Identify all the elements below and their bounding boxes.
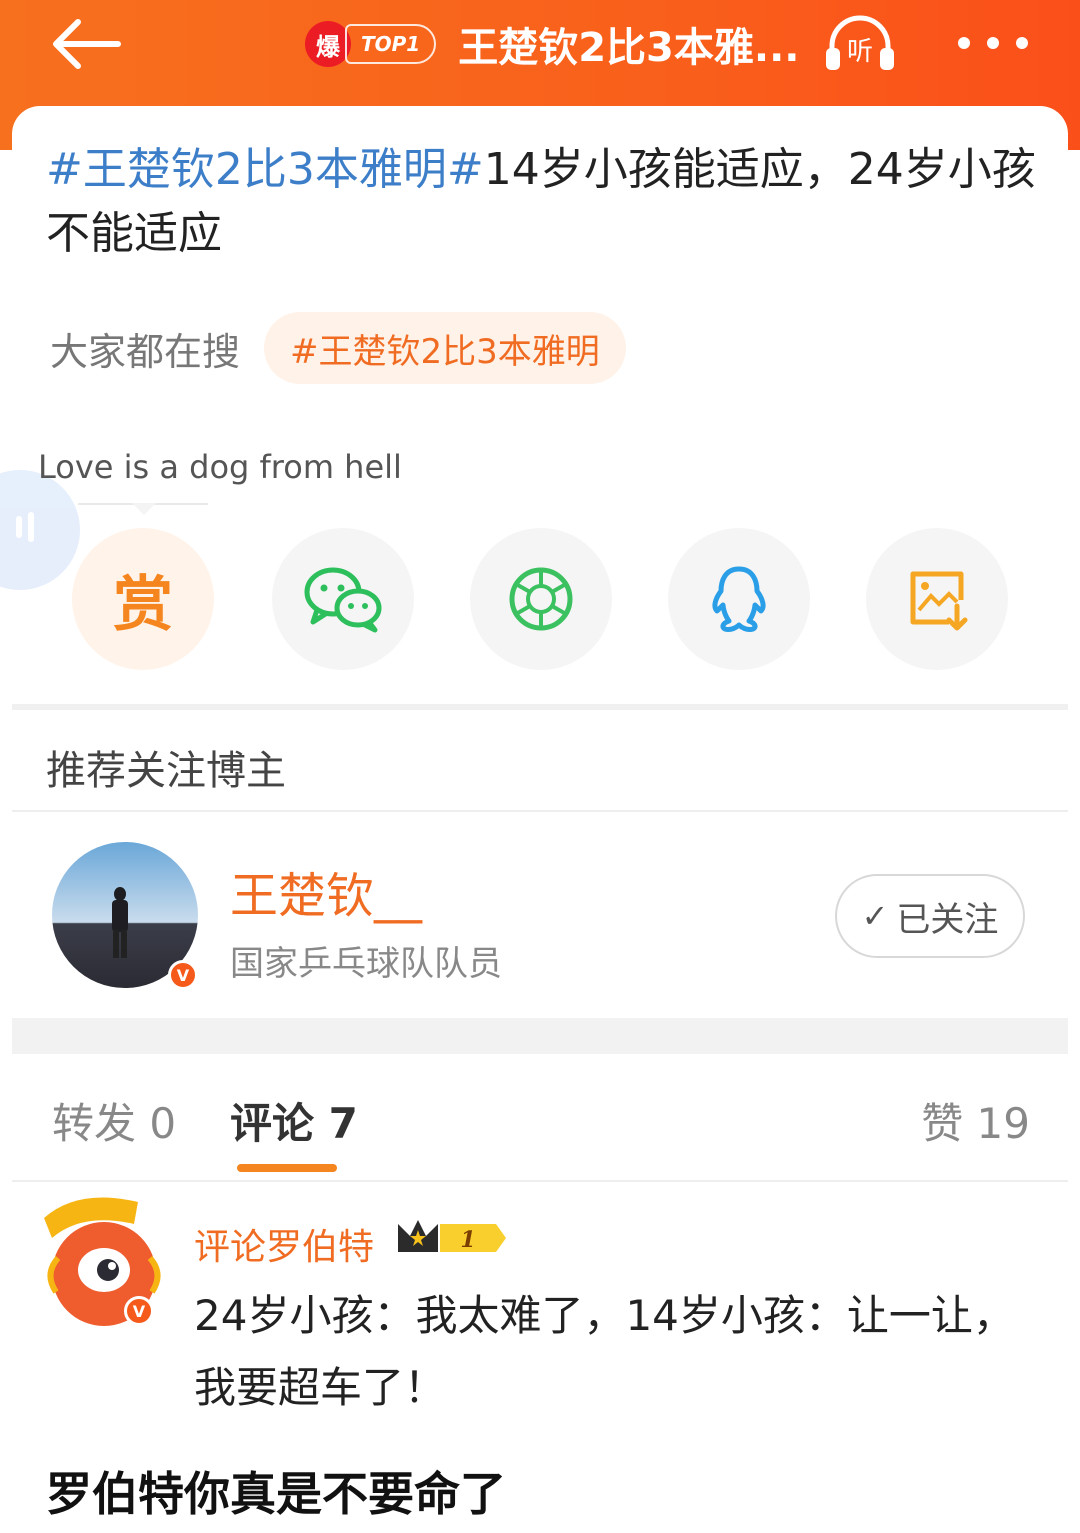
tab-comments[interactable]: 评论 7 <box>230 1090 358 1151</box>
share-moments-button[interactable] <box>470 528 612 670</box>
share-row: 赏 <box>0 528 1080 670</box>
listen-label: 听 <box>847 37 873 67</box>
more-dot <box>987 37 999 49</box>
followed-button[interactable]: ✓ 已关注 <box>835 874 1025 958</box>
divider <box>12 810 1068 812</box>
search-chip[interactable]: #王楚钦2比3本雅明 <box>264 312 626 384</box>
rank-badge: TOP1 <box>345 24 437 64</box>
tab-repost[interactable]: 转发 0 <box>52 1090 176 1151</box>
moments-icon <box>509 567 573 631</box>
blogger-description: 国家乒乓球队队员 <box>230 944 502 984</box>
save-image-icon <box>910 571 968 631</box>
qq-icon <box>712 566 766 632</box>
share-qq-button[interactable] <box>668 528 810 670</box>
reward-icon: 赏 <box>113 569 173 640</box>
member-level-badge: 1 <box>396 1216 508 1260</box>
interaction-tabs: 转发 0 评论 7 <box>0 1090 1080 1154</box>
active-tab-indicator <box>237 1164 337 1172</box>
verified-badge-icon: V <box>168 960 198 990</box>
image-caption: 罗伯特你真是不要命了 <box>46 1467 506 1521</box>
post-body: #王楚钦2比3本雅明#14岁小孩能适应，24岁小孩不能适应 <box>46 138 1036 266</box>
follow-label: 已关注 <box>896 899 999 940</box>
more-dot <box>958 37 970 49</box>
share-wechat-button[interactable] <box>272 528 414 670</box>
headphone-icon: 听 <box>826 15 894 70</box>
crown-icon: 1 <box>398 1220 506 1253</box>
recommend-section-title: 推荐关注博主 <box>46 748 286 794</box>
reward-button[interactable]: 赏 <box>72 528 214 670</box>
bubble-caret <box>132 503 156 515</box>
section-divider <box>12 1018 1068 1054</box>
wechat-icon <box>304 567 382 633</box>
more-button[interactable] <box>958 30 1028 56</box>
check-icon: ✓ <box>861 897 889 935</box>
verified-badge-icon: V <box>124 1296 154 1326</box>
trending-search-row: 大家都在搜 #王楚钦2比3本雅明 <box>50 312 626 384</box>
blogger-name[interactable]: 王楚钦__ <box>230 856 422 926</box>
section-divider <box>12 704 1068 710</box>
member-level: 1 <box>460 1227 475 1253</box>
listen-button[interactable]: 听 <box>822 14 898 74</box>
header-title-row: 爆 TOP1 王楚钦2比3本雅... <box>305 14 799 74</box>
more-dot <box>1016 37 1028 49</box>
divider <box>12 1180 1068 1182</box>
save-image-button[interactable] <box>866 528 1008 670</box>
search-label: 大家都在搜 <box>50 329 241 374</box>
comment-author[interactable]: 评论罗伯特 <box>194 1218 374 1270</box>
page-title: 王楚钦2比3本雅... <box>458 25 800 71</box>
bubble-text: Love is a dog from hell <box>38 448 402 486</box>
back-button[interactable] <box>48 16 124 72</box>
comment-text: 24岁小孩：我太难了，14岁小孩：让一让，我要超车了！ <box>194 1291 1015 1412</box>
post-hashtag[interactable]: #王楚钦2比3本雅明# <box>46 144 484 195</box>
back-arrow-icon <box>53 19 121 69</box>
tab-likes[interactable]: 赞 19 <box>921 1090 1030 1151</box>
